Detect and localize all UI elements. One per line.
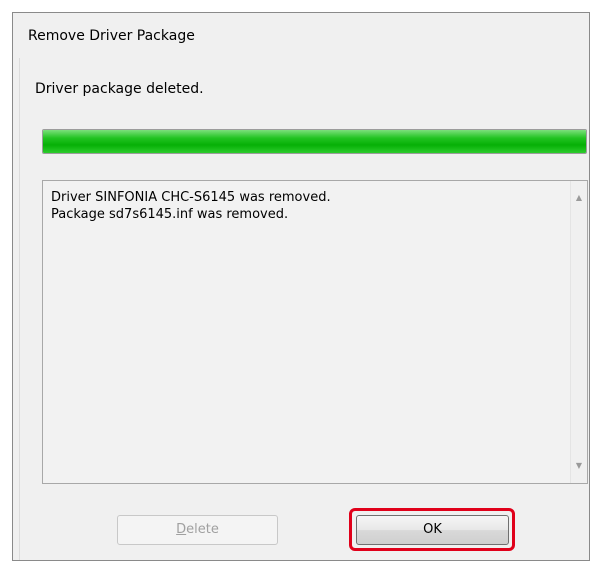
log-line: Driver SINFONIA CHC-S6145 was removed. <box>51 190 331 205</box>
vertical-scrollbar[interactable]: ▲ ▼ <box>570 181 587 483</box>
progress-bar <box>42 129 587 154</box>
log-line: Package sd7s6145.inf was removed. <box>51 207 289 222</box>
delete-button-label: elete <box>186 522 219 537</box>
delete-button[interactable]: Delete <box>117 515 278 545</box>
dialog-content: Driver package deleted. Driver SINFONIA … <box>19 58 589 560</box>
remove-driver-package-dialog: Remove Driver Package Driver package del… <box>12 12 590 561</box>
scroll-down-arrow-icon[interactable]: ▼ <box>571 458 587 474</box>
window-title: Remove Driver Package <box>28 28 195 44</box>
delete-button-access-key: D <box>176 522 187 537</box>
title-bar: Remove Driver Package <box>13 13 589 57</box>
scroll-up-arrow-icon[interactable]: ▲ <box>571 190 587 206</box>
ok-button-label: OK <box>423 522 442 537</box>
progress-bar-fill <box>43 130 586 153</box>
ok-button[interactable]: OK <box>356 515 509 545</box>
log-textbox[interactable]: Driver SINFONIA CHC-S6145 was removed. P… <box>42 180 588 484</box>
log-text: Driver SINFONIA CHC-S6145 was removed. P… <box>51 189 331 223</box>
status-text: Driver package deleted. <box>35 81 204 97</box>
